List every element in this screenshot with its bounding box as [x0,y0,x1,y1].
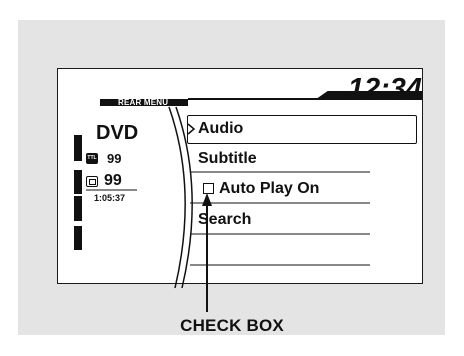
menu-item-search[interactable]: Search [198,211,251,229]
source-label: DVD [96,122,139,144]
title-number: 99 [107,151,122,166]
check-box-callout-label: CHECK BOX [180,316,284,335]
callout-arrowhead [202,193,212,206]
left-edge-tab-4 [74,226,82,250]
left-edge-tab-2 [74,170,82,194]
title-badge-icon: TTL [86,153,98,164]
menu-item-auto-play[interactable]: Auto Play On [219,180,319,198]
screen-decorations [74,91,422,312]
clock-display: 12:34 [347,73,422,105]
elapsed-time: 1:05:37 [94,193,126,203]
auto-play-checkbox[interactable] [203,183,214,194]
chapter-icon [86,176,98,187]
menu-item-subtitle[interactable]: Subtitle [198,150,257,168]
rear-menu-title: REAR MENU [118,98,169,107]
left-edge-tab-3 [74,196,82,221]
menu-item-audio[interactable]: Audio [187,115,417,144]
left-curve-inner [168,106,186,289]
left-edge-tab-1 [74,135,82,161]
chapter-number: 99 [104,172,122,189]
